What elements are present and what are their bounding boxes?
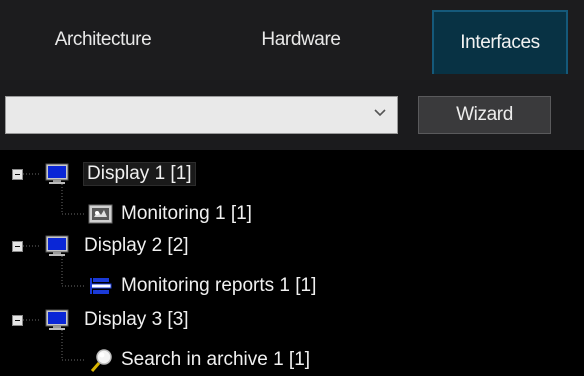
tree-node-label: Search in archive 1 [1] bbox=[121, 349, 311, 370]
tree-node-monitoring-1[interactable]: Monitoring 1 [1] bbox=[88, 198, 252, 230]
tree-node-label: Monitoring 1 [1] bbox=[121, 203, 252, 224]
tree-node-display-1[interactable]: Display 1 [1] bbox=[44, 158, 196, 190]
toolbar: Wizard bbox=[0, 80, 584, 150]
tree-node-label: Monitoring reports 1 [1] bbox=[121, 275, 317, 296]
monitor-icon bbox=[45, 163, 69, 184]
tab-hardware-label: Hardware bbox=[261, 29, 341, 50]
tab-architecture[interactable]: Architecture bbox=[28, 10, 178, 70]
chevron-down-icon bbox=[374, 109, 386, 117]
tab-interfaces-label: Interfaces bbox=[460, 32, 540, 53]
wizard-button-label: Wizard bbox=[456, 104, 513, 125]
monitoring-icon bbox=[88, 204, 113, 224]
search-archive-icon bbox=[90, 349, 112, 372]
tree-node-search-in-archive-1[interactable]: Search in archive 1 [1] bbox=[88, 344, 310, 376]
interface-select[interactable] bbox=[5, 96, 398, 134]
tab-hardware[interactable]: Hardware bbox=[236, 10, 366, 70]
wizard-button[interactable]: Wizard bbox=[418, 96, 551, 134]
tree-node-monitoring-reports-1[interactable]: Monitoring reports 1 [1] bbox=[88, 270, 316, 302]
tab-bar: Architecture Hardware Interfaces bbox=[0, 0, 584, 80]
collapse-display-1-toggle[interactable] bbox=[12, 169, 23, 180]
interface-tree: Display 1 [1] Monitoring 1 [1] Display 2… bbox=[0, 150, 584, 373]
collapse-display-2-toggle[interactable] bbox=[12, 241, 23, 252]
tab-architecture-label: Architecture bbox=[54, 29, 152, 50]
monitor-icon bbox=[45, 235, 69, 256]
tree-node-display-3[interactable]: Display 3 [3] bbox=[44, 304, 189, 336]
tree-node-label: Display 2 [2] bbox=[84, 235, 189, 256]
tree-node-label: Display 3 [3] bbox=[84, 309, 189, 330]
reports-icon bbox=[90, 278, 112, 294]
tab-interfaces[interactable]: Interfaces bbox=[432, 10, 568, 74]
tree-node-display-2[interactable]: Display 2 [2] bbox=[44, 230, 189, 262]
monitor-icon bbox=[45, 309, 69, 330]
tree-node-label: Display 1 [1] bbox=[83, 162, 196, 186]
collapse-display-3-toggle[interactable] bbox=[12, 315, 23, 326]
